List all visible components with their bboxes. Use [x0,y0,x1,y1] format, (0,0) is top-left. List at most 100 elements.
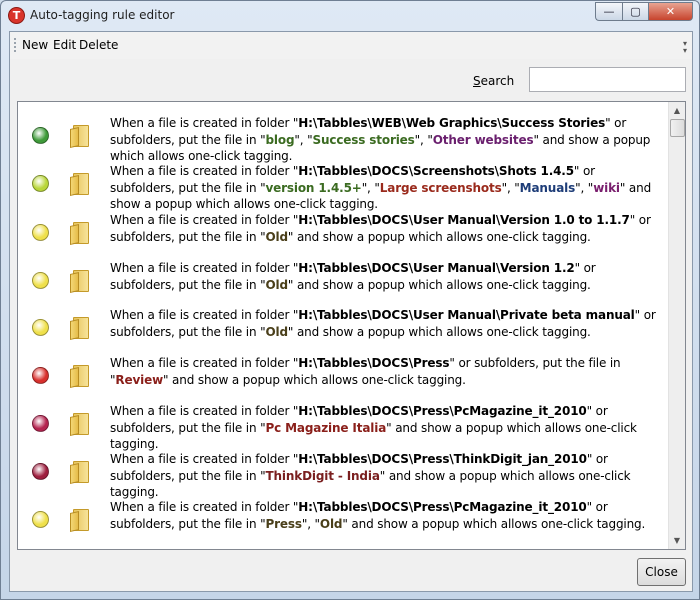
rule-text: ", " [575,180,594,195]
search-input[interactable] [529,67,686,92]
rule-text: ", " [501,180,520,195]
rule-text: When a file is created in folder " [110,213,299,227]
folder-path: H:\Tabbles\DOCS\Press\PcMagazine_it_2010 [298,404,587,418]
tag-name: Large screenshots [379,180,502,195]
caption-buttons: — ▢ ✕ [595,2,693,22]
title-bar[interactable]: T Auto-tagging rule editor — ▢ ✕ [1,1,699,31]
rule-description: When a file is created in folder "H:\Tab… [110,355,662,388]
dialog-client-area: New Edit Delete ▾ ▾ Search When a file is… [9,31,693,592]
window-title: Auto-tagging rule editor [30,8,175,22]
rule-description: When a file is created in folder "H:\Tab… [110,163,662,213]
scroll-down-icon[interactable]: ▼ [669,532,685,549]
app-icon-letter: T [12,9,21,22]
rule-status-icon [32,415,49,432]
rule-text: " and show a popup which allows one-clic… [163,372,466,387]
auto-tagging-window: T Auto-tagging rule editor — ▢ ✕ New Edi… [0,0,700,600]
tag-name: blog [265,132,295,147]
rule-text: ", " [414,132,433,147]
rule-text: ", " [301,516,320,531]
tag-name: Other websites [432,132,534,147]
close-button[interactable]: Close [637,558,686,586]
rule-text: When a file is created in folder " [110,164,299,178]
close-window-button[interactable]: ✕ [648,2,693,21]
folder-icon [70,413,90,436]
rule-row[interactable]: When a file is created in folder "H:\Tab… [18,499,668,547]
tag-name: Old [265,229,288,244]
tabbles-logo-icon: T [8,7,25,24]
rule-row[interactable]: When a file is created in folder "H:\Tab… [18,451,668,499]
rule-text: ", " [294,132,313,147]
rule-text: When a file is created in folder " [110,404,299,418]
folder-path: H:\Tabbles\WEB\Web Graphics\Success Stor… [298,116,606,130]
rule-description: When a file is created in folder "H:\Tab… [110,451,662,501]
menu-delete[interactable]: Delete [79,38,118,52]
rule-text: When a file is created in folder " [110,500,299,514]
rule-text: When a file is created in folder " [110,261,299,275]
folder-path: H:\Tabbles\DOCS\Press\PcMagazine_it_2010 [298,500,587,514]
rule-text: " and show a popup which allows one-clic… [287,324,591,339]
tag-name: Press [265,516,302,531]
rule-row[interactable]: When a file is created in folder "H:\Tab… [18,260,668,308]
rule-text: ", " [361,180,380,195]
rule-row[interactable]: When a file is created in folder "H:\Tab… [18,212,668,260]
rule-text: When a file is created in folder " [110,452,299,466]
folder-path: H:\Tabbles\DOCS\User Manual\Version 1.2 [298,261,575,275]
rule-row[interactable]: When a file is created in folder "H:\Tab… [18,115,668,163]
folder-icon [70,461,90,484]
rule-status-icon [32,463,49,480]
rule-row[interactable]: When a file is created in folder "H:\Tab… [18,355,668,403]
scrollbar-thumb[interactable] [670,119,685,137]
folder-icon [70,270,90,293]
vertical-scrollbar[interactable]: ▲ ▼ [668,102,685,549]
folder-path: H:\Tabbles\DOCS\User Manual\Private beta… [298,308,635,322]
maximize-button[interactable]: ▢ [622,2,648,21]
toolbar-overflow-icon[interactable]: ▾ ▾ [680,40,690,55]
rule-description: When a file is created in folder "H:\Tab… [110,212,662,245]
rule-text: " and show a popup which allows one-clic… [287,229,591,244]
rule-row[interactable]: When a file is created in folder "H:\Tab… [18,163,668,211]
rules-list: When a file is created in folder "H:\Tab… [17,101,686,550]
rule-description: When a file is created in folder "H:\Tab… [110,499,662,532]
tag-name: Review [115,372,164,387]
folder-icon [70,125,90,148]
folder-icon [70,222,90,245]
rule-text: " and show a popup which allows one-clic… [342,516,646,531]
search-label: Search [473,74,514,88]
rule-status-icon [32,127,49,144]
search-label-rest: earch [480,74,515,88]
rule-text: When a file is created in folder " [110,308,299,322]
menu-bar: New Edit Delete ▾ ▾ [10,32,692,59]
rule-status-icon [32,224,49,241]
rule-text: When a file is created in folder " [110,356,299,370]
folder-icon [70,317,90,340]
menu-edit[interactable]: Edit [53,38,76,52]
tag-name: Old [265,324,288,339]
tag-name: Old [319,516,343,531]
folder-path: H:\Tabbles\DOCS\User Manual\Version 1.0 … [298,213,630,227]
folder-icon [70,365,90,388]
folder-path: H:\Tabbles\DOCS\Screenshots\Shots 1.4.5 [298,164,574,178]
tag-name: wiki [593,180,620,195]
toolbar-grip-icon[interactable] [14,38,17,52]
rule-status-icon [32,272,49,289]
menu-new[interactable]: New [22,38,48,52]
rule-row[interactable]: When a file is created in folder "H:\Tab… [18,403,668,451]
scroll-up-icon[interactable]: ▲ [669,102,685,119]
tag-name: Manuals [519,180,576,195]
rule-description: When a file is created in folder "H:\Tab… [110,403,662,453]
folder-icon [70,509,90,532]
rule-text: When a file is created in folder " [110,116,299,130]
tag-name: Success stories [312,132,415,147]
rule-row[interactable]: When a file is created in folder "H:\Tab… [18,307,668,355]
tag-name: ThinkDigit - India [265,468,380,483]
tag-name: Old [265,277,288,292]
rule-status-icon [32,367,49,384]
minimize-button[interactable]: — [595,2,622,21]
rule-status-icon [32,175,49,192]
rule-status-icon [32,511,49,528]
folder-icon [70,173,90,196]
tag-name: version 1.4.5+ [265,180,362,195]
folder-path: H:\Tabbles\DOCS\Press [298,356,450,370]
search-label-accesskey: S [473,74,481,88]
tag-name: Pc Magazine Italia [265,420,387,435]
